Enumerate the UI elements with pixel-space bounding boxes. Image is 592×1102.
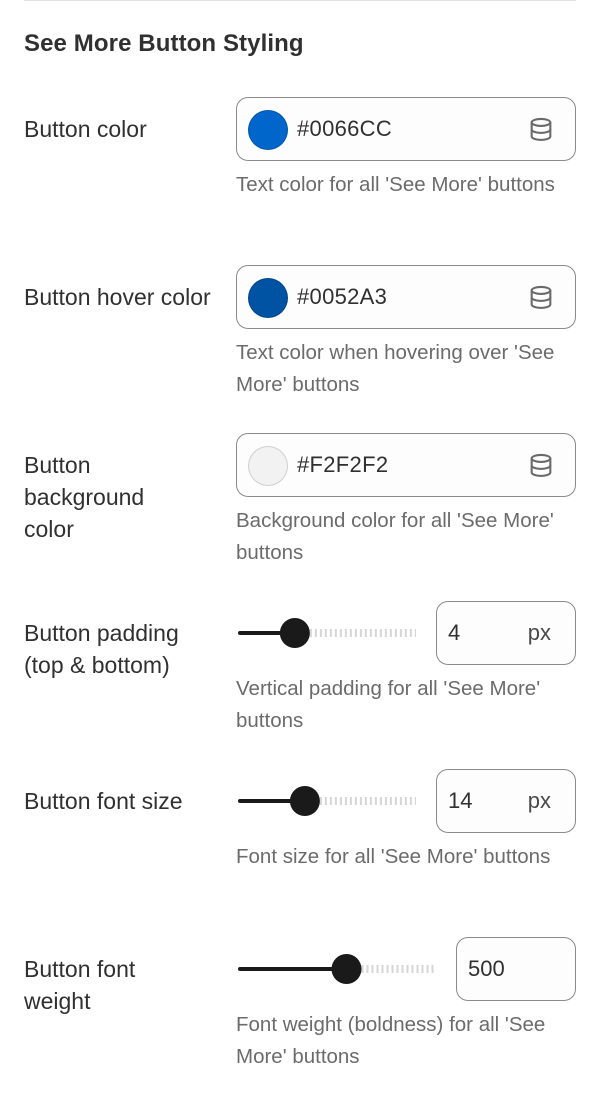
number-value: 4: [448, 620, 461, 645]
slider-thumb[interactable]: [289, 786, 320, 816]
font-weight-number-input[interactable]: 500: [456, 937, 576, 1001]
color-swatch[interactable]: [248, 446, 288, 486]
font-size-slider[interactable]: [236, 785, 420, 817]
section-title: See More Button Styling: [24, 30, 304, 57]
font-weight-slider[interactable]: [236, 953, 440, 985]
slider-thumb[interactable]: [279, 618, 310, 648]
font-size-number-input[interactable]: 14 px: [436, 769, 576, 833]
color-value: #0052A3: [297, 284, 388, 309]
divider: [24, 0, 576, 1]
slider-thumb[interactable]: [331, 954, 362, 984]
help-text: Background color for all 'See More' butt…: [236, 509, 554, 564]
unit-suffix: px: [527, 620, 551, 645]
number-value: 14: [448, 788, 473, 813]
setting-label: Button hover color: [24, 284, 211, 310]
number-value: 500: [468, 956, 505, 981]
setting-label: Button padding (top & bottom): [24, 620, 179, 678]
help-text: Vertical padding for all 'See More' butt…: [236, 677, 541, 732]
setting-label: Button background color: [24, 452, 145, 542]
help-text: Text color for all 'See More' buttons: [236, 173, 555, 196]
color-value: #F2F2F2: [297, 452, 389, 477]
database-icon[interactable]: [527, 284, 555, 312]
color-swatch[interactable]: [248, 278, 288, 318]
database-icon[interactable]: [527, 116, 555, 144]
help-text: Font size for all 'See More' buttons: [236, 845, 551, 868]
help-text: Font weight (boldness) for all 'See More…: [236, 1013, 546, 1068]
settings-panel: See More Button Styling Button color #00…: [0, 0, 592, 1102]
color-input[interactable]: #F2F2F2: [236, 433, 576, 497]
padding-slider[interactable]: [236, 617, 420, 649]
color-input[interactable]: #0052A3: [236, 265, 576, 329]
unit-suffix: px: [527, 788, 551, 813]
color-value: #0066CC: [297, 116, 393, 141]
setting-label: Button font size: [24, 788, 183, 814]
help-text: Text color when hovering over 'See More'…: [236, 341, 555, 396]
padding-number-input[interactable]: 4 px: [436, 601, 576, 665]
setting-label: Button color: [24, 116, 147, 142]
setting-label: Button font weight: [24, 956, 136, 1014]
color-input[interactable]: #0066CC: [236, 97, 576, 161]
color-swatch[interactable]: [248, 110, 288, 150]
database-icon[interactable]: [527, 452, 555, 480]
